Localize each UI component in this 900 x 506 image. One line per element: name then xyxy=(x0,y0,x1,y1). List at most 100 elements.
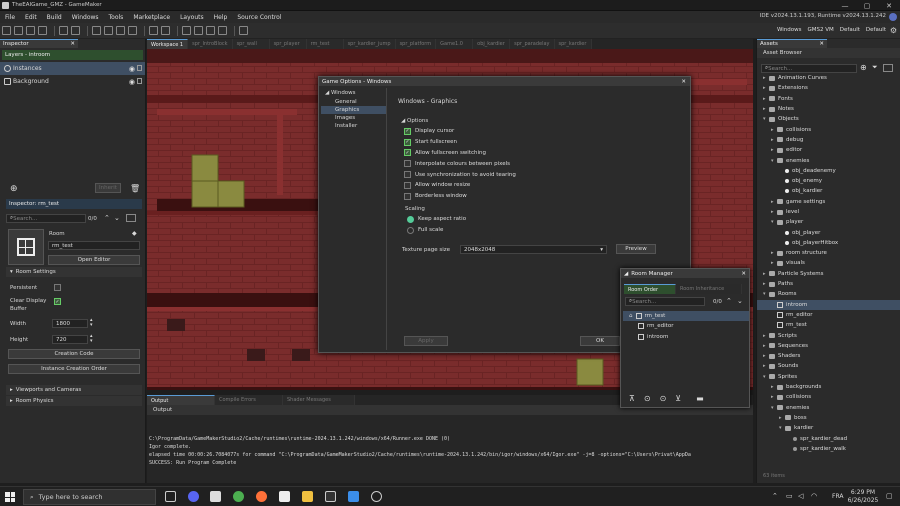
menu-build[interactable]: Build xyxy=(42,14,67,21)
asset-tree-item[interactable]: obj_playerHitbox xyxy=(757,238,900,248)
asset-tree-item[interactable]: ▾ enemies xyxy=(757,155,900,165)
menu-source-control[interactable]: Source Control xyxy=(232,14,286,21)
nav-general[interactable]: General xyxy=(321,98,386,106)
asset-tree-item[interactable]: ▸ Shaders xyxy=(757,351,900,361)
chevron-up-icon[interactable]: ⌃ xyxy=(726,297,732,305)
ok-button[interactable]: OK xyxy=(580,336,620,346)
tab-spr-kardier[interactable]: spr_kardier xyxy=(554,39,592,49)
asset-tree-item[interactable]: ▾ Rooms xyxy=(757,289,900,299)
room-name-field[interactable]: rm_test xyxy=(48,241,140,250)
asset-tree-item[interactable]: ▸ boss xyxy=(757,413,900,423)
tab-spr-wall[interactable]: spr_wall xyxy=(232,39,270,49)
tab-obj-kardier[interactable]: obj_kardier xyxy=(473,39,511,49)
zoom-in-icon[interactable] xyxy=(182,26,191,35)
texture-page-select[interactable]: 2048x2048 ▾ xyxy=(460,245,607,254)
tab-spr-kardier-jump[interactable]: spr_kardier_jump xyxy=(343,39,396,49)
asset-tree-item[interactable]: rm_editor xyxy=(757,310,900,320)
asset-tree-item[interactable]: ▸ Animation Curves xyxy=(757,73,900,83)
tab-spr-paradelay[interactable]: spr_paradelay xyxy=(510,39,555,49)
menu-tools[interactable]: Tools xyxy=(104,14,129,21)
menu-help[interactable]: Help xyxy=(209,14,233,21)
option-display-cursor[interactable]: ✓ Display cursor xyxy=(404,126,604,137)
language-indicator[interactable]: FRA xyxy=(832,493,843,500)
debug-icon[interactable] xyxy=(92,26,101,35)
asset-tree-item[interactable]: obj_deadenemy xyxy=(757,166,900,176)
discord-icon[interactable] xyxy=(188,491,199,502)
build-icon[interactable] xyxy=(59,26,68,35)
target-device[interactable]: Default xyxy=(866,27,886,33)
option-allow-window-resize[interactable]: Allow window resize xyxy=(404,180,604,191)
run-icon[interactable] xyxy=(104,26,113,35)
asset-tree-item[interactable]: ▾ kardier xyxy=(757,423,900,433)
store-icon[interactable] xyxy=(210,491,221,502)
stop-icon[interactable] xyxy=(116,26,125,35)
asset-tree-item[interactable]: ▸ Particle Systems xyxy=(757,269,900,279)
delete-layer-icon[interactable]: 🗑 xyxy=(130,184,140,193)
tab-shader-messages[interactable]: Shader Messages xyxy=(283,395,355,405)
asset-tree-item[interactable]: ▸ editor xyxy=(757,145,900,155)
zoom-out-icon[interactable] xyxy=(194,26,203,35)
clock-date[interactable]: 6/26/2025 xyxy=(846,497,880,504)
tag-icon[interactable]: ◆ xyxy=(132,230,137,237)
menu-edit[interactable]: Edit xyxy=(20,14,42,21)
target-platform[interactable]: Windows xyxy=(777,27,802,33)
height-stepper[interactable]: ▴ ▾ xyxy=(90,334,93,344)
asset-tree-item[interactable]: ▸ Extensions xyxy=(757,83,900,93)
asset-tree-item[interactable]: ▸ Paths xyxy=(757,279,900,289)
firefox-icon[interactable] xyxy=(256,491,267,502)
tab-spr-player[interactable]: spr_player xyxy=(269,39,307,49)
tab-assets[interactable]: Assets ✕ xyxy=(757,39,827,48)
task-view-icon[interactable] xyxy=(165,491,176,502)
clock-time[interactable]: 6:29 PM xyxy=(848,489,878,496)
asset-tree-item[interactable]: ▸ Fonts xyxy=(757,94,900,104)
asset-tree-item[interactable]: ▾ Sprites xyxy=(757,372,900,382)
notes-icon[interactable] xyxy=(279,491,290,502)
volume-icon[interactable]: ◁ xyxy=(798,492,803,500)
add-asset-icon[interactable]: ⊕ xyxy=(860,63,867,72)
maximize-button[interactable]: ▢ xyxy=(856,0,878,11)
wifi-icon[interactable]: ◠ xyxy=(811,492,817,500)
add-layer-icon[interactable]: ⊕ xyxy=(10,184,18,194)
persistent-checkbox[interactable] xyxy=(54,284,61,291)
grid-icon[interactable] xyxy=(218,26,227,35)
asset-tree-item[interactable]: ▸ debug xyxy=(757,135,900,145)
target-config[interactable]: Default xyxy=(840,27,860,33)
asset-tree-item[interactable]: spr_kardier_dead xyxy=(757,433,900,443)
asset-tree-item[interactable]: ▸ Sequences xyxy=(757,341,900,351)
asset-tree-item[interactable]: ▸ visuals xyxy=(757,258,900,268)
nav-installer[interactable]: Installer xyxy=(321,122,386,130)
open-project-icon[interactable] xyxy=(26,26,35,35)
asset-tree-item[interactable]: ▾ Objects xyxy=(757,114,900,124)
settings-icon[interactable] xyxy=(161,26,170,35)
network-icon[interactable]: ▭ xyxy=(786,492,793,500)
asset-tree-item[interactable]: obj_kardier xyxy=(757,186,900,196)
option-interpolate-colours[interactable]: Interpolate colours between pixels xyxy=(404,158,604,169)
new-project-icon[interactable] xyxy=(14,26,23,35)
nav-graphics[interactable]: Graphics xyxy=(321,106,386,114)
menu-windows[interactable]: Windows xyxy=(67,14,104,21)
layer-instances[interactable]: Instances ◉ xyxy=(0,62,145,75)
apply-button[interactable]: Apply xyxy=(404,336,448,346)
clean-icon[interactable] xyxy=(71,26,80,35)
option-vsync[interactable]: Use synchronization to avoid tearing xyxy=(404,169,604,180)
layer-background[interactable]: Background ◉ xyxy=(0,75,145,88)
menu-marketplace[interactable]: Marketplace xyxy=(128,14,175,21)
room-order-item-rm-test[interactable]: ⌂ rm_test xyxy=(623,311,749,322)
room-search-input[interactable]: ⌕ Search... xyxy=(625,297,705,306)
tab-spr-platform[interactable]: spr_platform xyxy=(395,39,437,49)
open-editor-button[interactable]: Open Editor xyxy=(48,255,140,265)
asset-tree-item[interactable]: rm_test xyxy=(757,320,900,330)
option-allow-fullscreen-switching[interactable]: ✓ Allow fullscreen switching xyxy=(404,148,604,159)
tab-compile-errors[interactable]: Compile Errors xyxy=(215,395,283,405)
windows-start-icon[interactable] xyxy=(5,492,15,502)
target-icon[interactable] xyxy=(149,26,158,35)
target-vm[interactable]: GMS2 VM xyxy=(808,27,834,33)
asset-tree-item[interactable]: ▸ Notes xyxy=(757,104,900,114)
chevron-down-icon[interactable]: ⌄ xyxy=(737,297,743,305)
asset-tree-item[interactable]: ▸ game settings xyxy=(757,197,900,207)
save-icon[interactable] xyxy=(38,26,47,35)
room-settings-header[interactable]: ▾ Room Settings xyxy=(6,267,142,277)
preview-button[interactable]: Preview xyxy=(616,244,656,254)
clear-display-checkbox[interactable]: ✓ xyxy=(54,298,61,305)
height-input[interactable]: 720 xyxy=(52,335,88,344)
